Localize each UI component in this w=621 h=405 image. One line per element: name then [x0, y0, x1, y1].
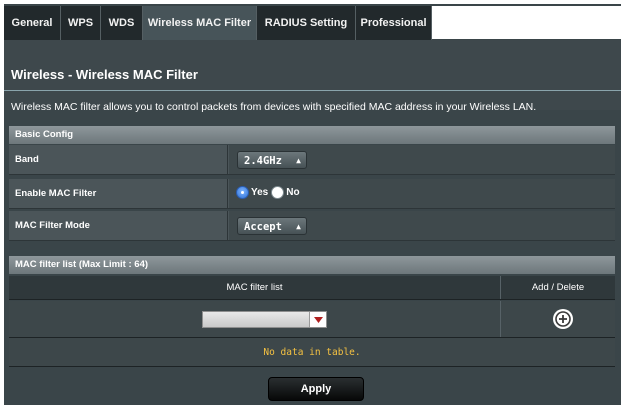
- tab-wds[interactable]: WDS: [101, 6, 143, 40]
- enable-mac-filter-label: Enable MAC Filter: [9, 179, 228, 208]
- title-divider: [4, 90, 621, 91]
- mac-filter-list-heading: MAC filter list (Max Limit : 64): [9, 256, 615, 274]
- mac-filter-mode-select-value: Accept: [244, 221, 282, 233]
- empty-table-message: No data in table.: [9, 338, 615, 367]
- mac-filter-mode-select[interactable]: Accept ▲︎: [237, 217, 307, 235]
- radio-yes[interactable]: [236, 186, 249, 199]
- plus-circle-icon: [555, 311, 571, 327]
- enable-mac-filter-radios: Yes No: [236, 186, 300, 199]
- tab-general[interactable]: General: [4, 6, 61, 40]
- enable-mac-filter-value-cell: Yes No: [229, 179, 615, 208]
- radio-yes-label: Yes: [251, 187, 269, 198]
- tab-radius-setting[interactable]: RADIUS Setting: [257, 6, 356, 40]
- band-select[interactable]: 2.4GHz ▲︎: [237, 151, 307, 169]
- apply-button[interactable]: Apply: [268, 377, 364, 401]
- page-description: Wireless MAC filter allows you to contro…: [11, 101, 537, 113]
- mac-address-combobox[interactable]: [202, 311, 327, 328]
- add-mac-button[interactable]: [553, 309, 573, 329]
- band-select-value: 2.4GHz: [244, 155, 282, 167]
- tab-bar: General WPS WDS Wireless MAC Filter RADI…: [4, 6, 621, 40]
- updown-arrow-icon: ▲︎: [296, 156, 301, 165]
- mac-filter-table-header: MAC filter list Add / Delete: [9, 276, 615, 300]
- page-title: Wireless - Wireless MAC Filter: [11, 67, 198, 82]
- mac-input-cell: [9, 301, 501, 337]
- mac-filter-mode-value-cell: Accept ▲︎: [229, 211, 615, 240]
- band-row: Band 2.4GHz ▲︎: [9, 145, 615, 175]
- tab-professional[interactable]: Professional: [356, 6, 432, 40]
- tab-wps[interactable]: WPS: [61, 6, 101, 40]
- col-add-delete: Add / Delete: [531, 282, 585, 293]
- enable-mac-filter-row: Enable MAC Filter Yes No: [9, 179, 615, 209]
- radio-no-label: No: [286, 187, 300, 198]
- radio-no[interactable]: [271, 186, 285, 199]
- updown-arrow-icon: ▲︎: [296, 222, 301, 231]
- mac-filter-mode-label: MAC Filter Mode: [9, 211, 228, 240]
- tab-wireless-mac-filter[interactable]: Wireless MAC Filter: [143, 6, 257, 40]
- col-mac-filter-list: MAC filter list: [9, 276, 501, 299]
- mac-filter-mode-row: MAC Filter Mode Accept ▲︎: [9, 211, 615, 241]
- basic-config-heading: Basic Config: [9, 126, 615, 144]
- band-value-cell: 2.4GHz ▲︎: [229, 145, 615, 174]
- band-label: Band: [9, 145, 228, 174]
- mac-filter-input-row: [9, 301, 615, 338]
- dropdown-arrow-icon[interactable]: [309, 312, 326, 327]
